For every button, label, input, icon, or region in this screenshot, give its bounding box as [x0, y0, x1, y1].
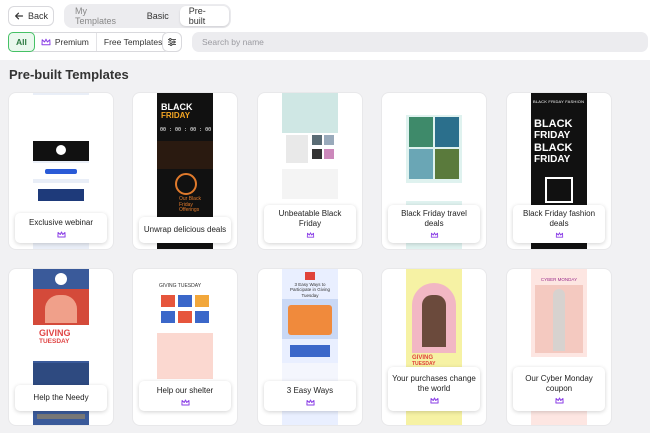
filter-all-button[interactable]: All	[8, 32, 35, 52]
sliders-icon	[168, 38, 176, 46]
template-card-label: Exclusive webinar	[15, 213, 107, 243]
template-card-label: 3 Easy Ways	[264, 381, 356, 411]
section-title: Pre-built Templates	[9, 67, 129, 82]
template-name: Your purchases change the world	[392, 373, 476, 393]
template-filter-group: All Premium Free Templates	[8, 32, 171, 52]
template-name: Our Cyber Monday coupon	[525, 373, 593, 393]
template-card[interactable]: Unbeatable Black Friday	[258, 93, 362, 249]
crown-icon	[555, 232, 563, 238]
template-card-label: Your purchases change the world	[388, 367, 480, 411]
template-card-label: Help the Needy	[15, 385, 107, 411]
back-label: Back	[27, 11, 48, 21]
crown-icon	[180, 398, 190, 406]
thumb-text: Our Black Friday Offerings	[179, 196, 201, 213]
thumb-text: BLACK FRIDAY FASHION	[533, 99, 585, 104]
thumb-text: BLACK	[534, 118, 573, 130]
template-name: Help the Needy	[33, 393, 89, 402]
template-name: Black Friday travel deals	[401, 209, 467, 228]
filter-premium-button[interactable]: Premium	[34, 33, 97, 51]
thumb-text: GIVING TUESDAY	[159, 283, 202, 289]
template-name: Unbeatable Black Friday	[278, 209, 342, 228]
template-card[interactable]: Black Friday travel deals	[382, 93, 486, 249]
thumb-text: FRIDAY	[534, 130, 571, 141]
thumb-text: CYBER MONDAY	[540, 277, 578, 282]
template-card[interactable]: GIVING TUESDAY Help the Needy	[9, 269, 113, 425]
thumb-text: TUESDAY	[39, 338, 70, 345]
template-name: Exclusive webinar	[28, 217, 94, 227]
thumb-text: FRIDAY	[161, 111, 191, 120]
template-card-label: Black Friday fashion deals	[513, 205, 605, 243]
crown-icon	[429, 396, 439, 404]
tab-my-templates[interactable]: My Templates	[66, 6, 136, 26]
template-name: Unwrap delicious deals	[143, 225, 227, 234]
template-card-label: Unwrap delicious deals	[139, 217, 231, 243]
template-card[interactable]: CYBER MONDAY Our Cyber Monday coupon	[507, 269, 611, 425]
crown-icon	[41, 38, 51, 46]
template-name: Help our shelter	[156, 385, 214, 395]
template-card[interactable]: GIVING TUESDAY Help our shelter	[133, 269, 237, 425]
search-bar	[192, 32, 648, 52]
template-card[interactable]: Exclusive webinar	[9, 93, 113, 249]
template-card-label: Black Friday travel deals	[388, 205, 480, 243]
thumb-text: 3 Easy Ways to Participate in Giving Tue…	[289, 282, 331, 298]
crown-icon	[56, 230, 66, 238]
template-card-label: Help our shelter	[139, 381, 231, 411]
template-card[interactable]: BLACK FRIDAY 00 : 00 : 00 : 00 Our Black…	[133, 93, 237, 249]
filter-premium-label: Premium	[54, 37, 89, 47]
crown-icon	[305, 398, 315, 406]
template-card[interactable]: BLACK FRIDAY FASHION BLACK FRIDAY BLACK …	[507, 93, 611, 249]
thumb-text: BLACK	[534, 142, 573, 154]
filter-settings-button[interactable]	[162, 32, 182, 52]
template-card[interactable]: GIVING TUESDAY Your purchases change the…	[382, 269, 486, 425]
thumb-text: 00 : 00 : 00 : 00	[160, 127, 212, 133]
arrow-left-icon	[14, 12, 24, 20]
template-type-tabs: My Templates Basic Pre-built	[64, 4, 231, 28]
search-input[interactable]	[202, 37, 648, 47]
template-card[interactable]: 3 Easy Ways to Participate in Giving Tue…	[258, 269, 362, 425]
tab-pre-built[interactable]: Pre-built	[179, 6, 229, 26]
template-name: Black Friday fashion deals	[522, 209, 596, 228]
thumb-text: GIVING	[39, 328, 71, 338]
crown-icon	[306, 232, 314, 238]
back-button[interactable]: Back	[8, 6, 54, 26]
thumb-text: FRIDAY	[534, 154, 571, 165]
crown-icon	[430, 232, 438, 238]
tab-basic[interactable]: Basic	[138, 6, 178, 26]
top-toolbar: Back My Templates Basic Pre-built All Pr…	[0, 0, 650, 60]
filter-free-button[interactable]: Free Templates	[97, 33, 169, 51]
template-name: 3 Easy Ways	[286, 385, 334, 395]
template-card-label: Unbeatable Black Friday	[264, 205, 356, 243]
template-card-label: Our Cyber Monday coupon	[513, 367, 605, 411]
crown-icon	[554, 396, 564, 404]
